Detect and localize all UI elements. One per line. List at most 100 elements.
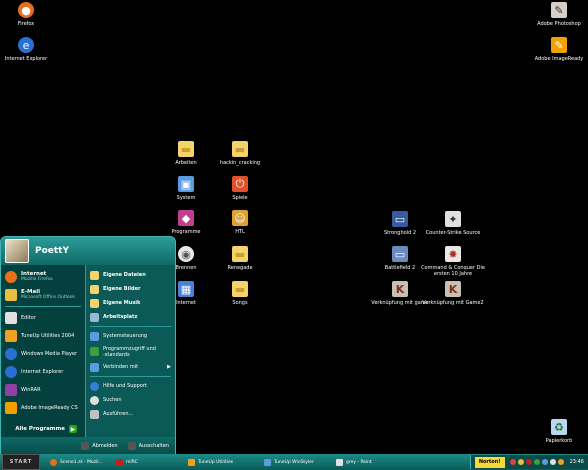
tray-icon[interactable] [541,459,548,465]
start-place-label: Suchen [103,397,122,403]
all-programs-button[interactable]: Alle Programme ▶ [1,421,85,437]
start-item-title: Internet Explorer [21,369,64,375]
desktop-icon-label: Adobe Photoshop [537,21,581,27]
power-icon: ⏻ [232,176,248,192]
desktop-icon-songs[interactable]: ▬ Songs [208,281,272,306]
folder-icon: ▬ [232,281,248,297]
tray-icon[interactable] [557,459,564,465]
desktop-icon-papierkorb[interactable]: ♻ Papierkorb [527,419,588,444]
start-place-arbeitsplatz[interactable]: Arbeitsplatz [86,310,175,324]
start-place-ausfuehren[interactable]: Ausführen... [86,407,175,421]
desktop-icon-label: Songs [232,300,248,306]
paint-icon [336,458,343,466]
start-item-imageready[interactable]: Adobe ImageReady CS [1,399,85,417]
logoff-label: Abmelden [92,443,118,449]
start-place-eigene-musik[interactable]: Eigene Musik [86,296,175,310]
firefox-icon: ● [18,2,34,18]
tray-icon[interactable] [509,459,516,465]
start-place-label: Verbinden mit [103,364,139,370]
start-menu-pinned-list: Internet Mozilla Firefox E-Mail Microsoft … [1,265,85,437]
taskbar-item-firefox[interactable]: Scene1.at - Mozil... [50,456,114,468]
logoff-button[interactable]: Abmelden [81,442,118,450]
desktop-icon-renegade[interactable]: ▬ Renegade [208,246,272,271]
start-item-internet-explorer[interactable]: Internet Explorer [1,363,85,381]
start-item-media-player[interactable]: Windows Media Player [1,345,85,363]
start-item-winrar[interactable]: WinRAR [1,381,85,399]
music-folder-icon [90,298,99,308]
search-icon [90,395,99,405]
game-icon: ▭ [392,246,408,262]
shutdown-button[interactable]: Ausschalten [127,442,169,450]
start-item-email[interactable]: E-Mail Microsoft Office Outlook [1,286,85,304]
desktop-icon-label: HTL [235,229,245,235]
tray-icon[interactable] [533,459,540,465]
avatar[interactable] [5,239,29,263]
desktop-icon-imageready[interactable]: ✎ Adobe ImageReady [527,37,588,62]
tray-icon[interactable] [517,459,524,465]
desktop-icon-photoshop[interactable]: ✎ Adobe Photoshop [527,2,588,27]
folder-icon: ▬ [178,141,194,157]
separator [90,326,171,327]
system-tray: Norton! 23:46 [469,455,588,469]
taskbar-item-label: Scene1.at - Mozil... [60,459,103,465]
user-name: PoettY [35,246,70,256]
taskbar-item-paint[interactable]: grey - Paint [336,456,396,468]
power-icon [127,442,136,450]
tray-icon[interactable] [549,459,556,465]
computer-icon [90,312,99,322]
folder-icon [90,270,99,280]
desktop-icon-label: Firefox [17,21,35,27]
start-place-label: Ausführen... [103,411,134,417]
start-menu-footer: Abmelden Ausschalten [1,437,175,455]
start-place-programmzugriff[interactable]: Programmzugriff und -standards [86,343,175,360]
desktop-icon-htl[interactable]: ☺ HTL [208,210,272,235]
desktop-icon-label: Brennen [175,265,197,271]
desktop-icon-hackin-cracking[interactable]: ▬ hackin_cracking [208,141,272,166]
start-place-suchen[interactable]: Suchen [86,393,175,407]
taskbar-item-mirc[interactable]: mIRC [116,456,186,468]
desktop-icon-internet-explorer[interactable]: e Internet Explorer [0,37,58,62]
internet-explorer-icon [5,366,17,378]
desktop-icon-spiele[interactable]: ⏻ Spiele [208,176,272,201]
notepad-icon [5,312,17,324]
start-place-systemsteuerung[interactable]: Systemsteuerung [86,329,175,343]
desktop-icon-command-conquer[interactable]: ✸ Command & Conquer Die ersten 10 Jahre [421,246,485,277]
clock[interactable]: 23:46 [570,459,584,465]
desktop-icon-firefox[interactable]: ● Firefox [0,2,58,27]
start-button[interactable]: START [2,454,40,470]
taskbar-item-label: grey - Paint [346,459,372,465]
taskbar-item-label: mIRC [126,459,138,465]
tray-icon[interactable] [525,459,532,465]
start-place-hilfe[interactable]: Hilfe und Support [86,379,175,393]
shortcut-icon: K [392,281,408,297]
program-access-icon [90,347,99,356]
start-item-subtitle: Mozilla Firefox [21,277,53,282]
norton-button[interactable]: Norton! [474,456,505,468]
start-place-label: Eigene Bilder [103,286,141,292]
desktop-icon-verknuepfung-game2[interactable]: K Verknüpfung mit Game2 [421,281,485,306]
desktop-icon-label: Counter-Strike Source [425,230,481,236]
start-place-verbinden-mit[interactable]: Verbinden mit ▶ [86,360,175,374]
mail-icon [5,289,17,301]
desktop-icon-label: Command & Conquer Die ersten 10 Jahre [421,265,485,277]
tuneup-icon [5,330,17,342]
start-place-eigene-bilder[interactable]: Eigene Bilder [86,282,175,296]
all-programs-label: Alle Programme [15,426,65,432]
taskbar-item-tuneup-utilities[interactable]: TuneUp Utilities [188,456,262,468]
separator [90,376,171,377]
desktop-icon-counter-strike[interactable]: ✦ Counter-Strike Source [421,211,485,236]
start-item-internet[interactable]: Internet Mozilla Firefox [1,268,85,286]
start-item-title: Adobe ImageReady CS [21,405,78,411]
start-item-title: TuneUp Utilities 2004 [21,333,75,339]
desktop: ● Firefox e Internet Explorer ✎ Adobe Ph… [0,0,588,470]
start-place-label: Eigene Dateien [103,272,146,278]
users-icon: ☺ [232,210,248,226]
start-item-tuneup[interactable]: TuneUp Utilities 2004 [1,327,85,345]
shortcut-icon: K [445,281,461,297]
start-place-eigene-dateien[interactable]: Eigene Dateien [86,268,175,282]
start-item-editor[interactable]: Editor [1,309,85,327]
media-player-icon [5,348,17,360]
taskbar-item-tuneup-winstyler[interactable]: TuneUp WinStyler [264,456,334,468]
taskbar-item-label: TuneUp Utilities [198,459,234,465]
start-menu-header: PoettY [1,237,175,265]
